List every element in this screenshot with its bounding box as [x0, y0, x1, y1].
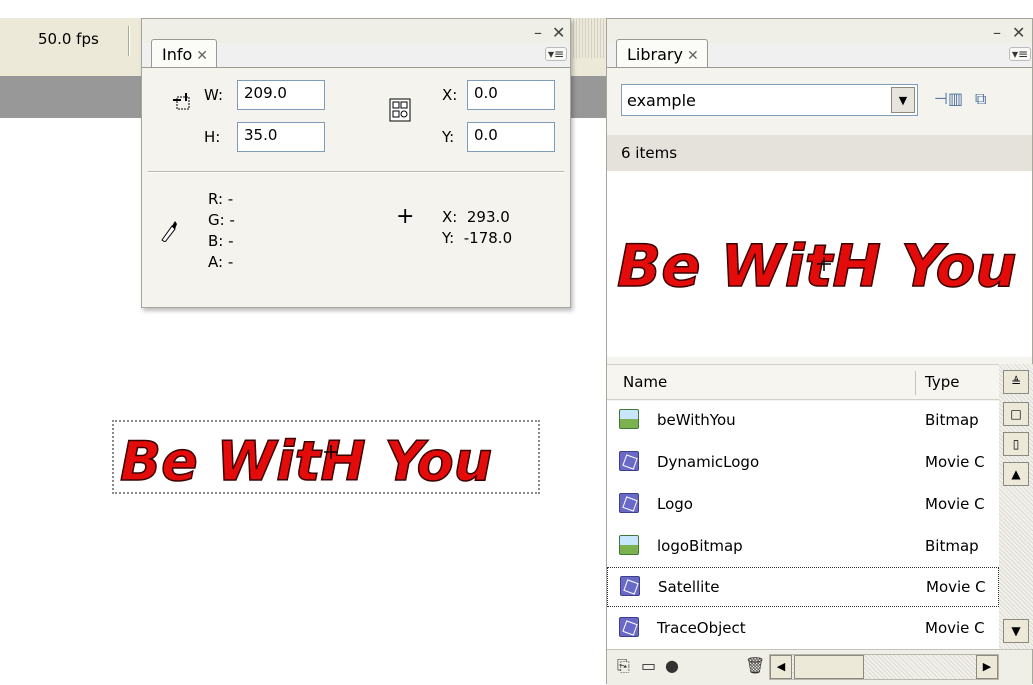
document-select[interactable]: example ▼	[621, 84, 918, 116]
info-body: W: 209.0 H: 35.0 X: 0.0 Y: 0.0 R: - G: -…	[142, 67, 570, 307]
item-type: Movie C	[926, 578, 986, 596]
separator	[128, 26, 130, 56]
eyedropper-icon	[161, 221, 177, 242]
y-field[interactable]: 0.0	[467, 122, 555, 152]
height-field[interactable]: 35.0	[237, 122, 325, 152]
list-item[interactable]: Logo Movie C	[607, 485, 999, 525]
document-name: example	[627, 91, 696, 110]
scroll-right-icon[interactable]: ▶	[976, 655, 998, 679]
width-field[interactable]: 209.0	[237, 80, 325, 110]
new-symbol-icon[interactable]: ⎘	[617, 656, 630, 676]
close-tab-icon[interactable]: ✕	[687, 48, 699, 64]
x-label: X:	[442, 86, 458, 104]
selected-stage-object[interactable]: Be WitH You	[112, 420, 540, 494]
close-icon[interactable]: ✕	[552, 23, 565, 42]
item-name: TraceObject	[657, 619, 746, 637]
column-divider[interactable]	[915, 371, 916, 395]
item-name: DynamicLogo	[657, 453, 760, 471]
library-panel: – ✕ Library ✕ ▾≡ example ▼ ⊣▥ ⧉ 6 items B…	[606, 18, 1033, 685]
alpha-readout: A: -	[208, 253, 234, 271]
wide-view-icon[interactable]: □	[1003, 402, 1029, 426]
blue-readout: B: -	[208, 232, 234, 250]
movieclip-icon	[619, 493, 639, 513]
scroll-up-icon[interactable]: ▲	[1003, 462, 1029, 486]
list-item[interactable]: logoBitmap Bitmap	[607, 527, 999, 567]
divider	[148, 171, 564, 173]
properties-icon[interactable]: ●	[665, 656, 679, 675]
registration-grid-icon[interactable]	[389, 98, 411, 122]
item-type: Movie C	[925, 619, 985, 637]
cursor-y-readout: Y: -178.0	[442, 229, 513, 247]
red-readout: R: -	[208, 190, 234, 208]
minimize-icon[interactable]: –	[993, 23, 1001, 42]
bitmap-icon	[619, 535, 639, 555]
chevron-down-icon[interactable]: ▼	[891, 87, 915, 113]
y-label: Y:	[442, 128, 455, 146]
cursor-x-readout: X: 293.0	[442, 208, 510, 226]
tab-info[interactable]: Info ✕	[151, 39, 218, 69]
preview-graphic: Be WitH You	[616, 231, 1017, 301]
logo-graphic: Be WitH You	[119, 429, 493, 494]
width-label: W:	[204, 86, 224, 104]
item-name: logoBitmap	[657, 537, 743, 555]
new-library-panel-icon[interactable]: ⧉	[975, 89, 986, 109]
height-label: H:	[204, 128, 221, 146]
bitmap-icon	[619, 409, 639, 429]
close-icon[interactable]: ✕	[1012, 23, 1025, 42]
movieclip-icon	[619, 617, 639, 637]
panel-menu-icon[interactable]: ▾≡	[1009, 47, 1031, 61]
item-name: beWithYou	[657, 411, 736, 429]
item-type: Movie C	[925, 495, 985, 513]
list-item[interactable]: TraceObject Movie C	[607, 609, 999, 649]
list-item[interactable]: DynamicLogo Movie C	[607, 443, 999, 483]
logo-text: Be WitH You	[120, 430, 492, 493]
movieclip-icon	[620, 576, 640, 596]
item-type: Bitmap	[925, 411, 979, 429]
library-list: beWithYou Bitmap DynamicLogo Movie C Log…	[607, 401, 999, 649]
trash-icon[interactable]: 🗑	[745, 656, 765, 675]
narrow-view-icon[interactable]: ▯	[1003, 432, 1029, 456]
scroll-left-icon[interactable]: ◀	[770, 655, 792, 679]
horizontal-scrollbar[interactable]: ◀ ▶	[769, 654, 999, 680]
movieclip-icon	[619, 451, 639, 471]
scroll-down-icon[interactable]: ▼	[1003, 619, 1029, 643]
item-count: 6 items	[621, 144, 678, 162]
library-preview: Be WitH You	[607, 171, 1032, 357]
vertical-scrollbar[interactable]: ≜ □ ▯ ▲ ▼	[999, 364, 1033, 649]
item-name: Logo	[657, 495, 693, 513]
pin-library-icon[interactable]: ⊣▥	[934, 89, 963, 108]
tab-label: Info	[162, 45, 193, 64]
x-field[interactable]: 0.0	[467, 80, 555, 110]
transform-icon	[173, 93, 190, 110]
scroll-thumb[interactable]	[794, 655, 864, 679]
list-item-selected[interactable]: Satellite Movie C	[607, 567, 999, 607]
column-type[interactable]: Type	[925, 373, 959, 391]
item-type: Bitmap	[925, 537, 979, 555]
list-item[interactable]: beWithYou Bitmap	[607, 401, 999, 441]
sort-icon[interactable]: ≜	[1003, 370, 1029, 394]
minimize-icon[interactable]: –	[534, 23, 542, 42]
panel-menu-icon[interactable]: ▾≡	[545, 47, 567, 61]
list-header: Name Type	[607, 364, 1032, 400]
grip-strip	[568, 18, 608, 58]
new-folder-icon[interactable]: ▭	[641, 656, 656, 675]
library-toolbar: ⎘ ▭ ● 🗑 ◀ ▶	[607, 649, 1032, 685]
info-panel: – ✕ Info ✕ ▾≡ W: 209.0 H: 35.0 X: 0.0 Y: …	[141, 18, 571, 308]
cursor-crosshair-icon: +	[396, 204, 415, 229]
preview-text: Be WitH You	[617, 232, 1017, 300]
item-name: Satellite	[658, 578, 720, 596]
fps-readout[interactable]: 50.0 fps	[38, 30, 99, 48]
close-tab-icon[interactable]: ✕	[196, 48, 208, 64]
green-readout: G: -	[208, 211, 235, 229]
item-type: Movie C	[925, 453, 985, 471]
item-count-bar: 6 items	[607, 135, 1032, 171]
column-name[interactable]: Name	[623, 373, 667, 391]
tab-library[interactable]: Library ✕	[616, 39, 708, 69]
tab-label: Library	[627, 45, 683, 64]
